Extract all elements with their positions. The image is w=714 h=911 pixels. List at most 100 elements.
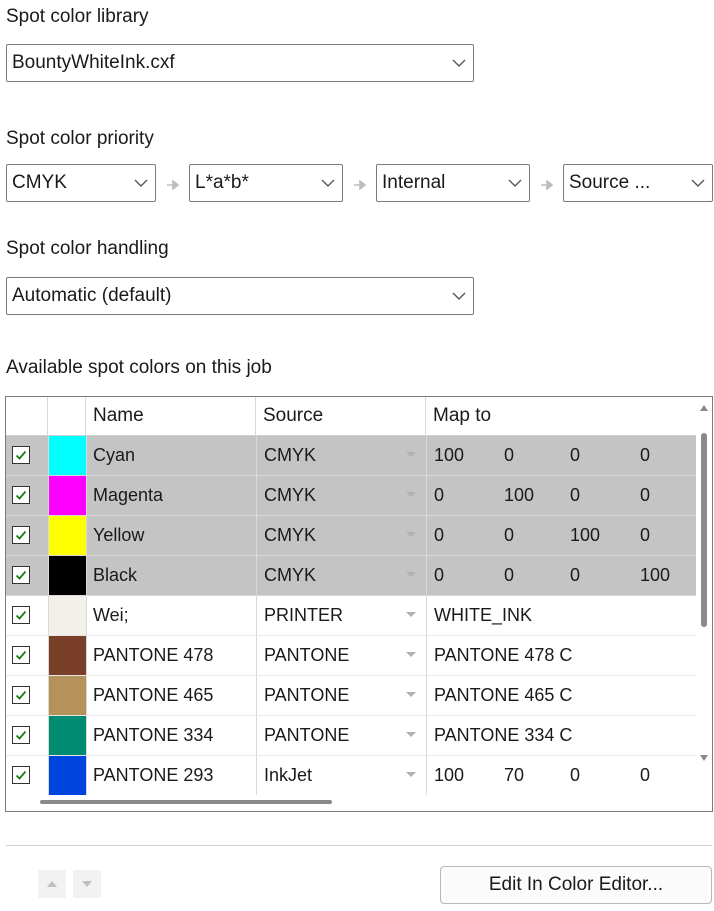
row-name: PANTONE 478 [93,645,214,665]
row-name: Yellow [93,525,145,545]
table-row[interactable]: PANTONE 465 PANTONE PANTONE 465 C [6,676,696,716]
source-dropdown-icon[interactable] [406,732,416,737]
priority-dropdown-2[interactable]: L*a*b* [189,164,343,202]
triangle-down-icon [82,881,92,887]
table-row[interactable]: PANTONE 293 InkJet 100 70 0 0 [6,756,696,796]
column-separator [86,476,87,515]
table-row[interactable]: Magenta CMYK 0 100 0 0 [6,476,696,516]
header-name[interactable]: Name [86,397,256,435]
row-map-value: 0 [640,525,651,545]
row-source[interactable]: CMYK [264,516,316,555]
color-swatch [48,676,86,715]
row-checkbox[interactable] [12,526,30,544]
color-swatch [48,516,86,555]
row-checkbox[interactable] [12,726,30,744]
header-swatch-column[interactable] [48,397,86,435]
vertical-scrollbar[interactable] [696,397,712,793]
source-dropdown-icon[interactable] [406,692,416,697]
column-separator [256,516,257,555]
move-up-button[interactable] [38,870,66,898]
row-map-value: 0 [640,765,651,785]
table-row[interactable]: Cyan CMYK 100 0 0 0 [6,436,696,476]
row-map-value: 0 [570,445,581,465]
move-down-button[interactable] [73,870,101,898]
table-row[interactable]: PANTONE 334 PANTONE PANTONE 334 C [6,716,696,756]
edit-in-color-editor-button[interactable]: Edit In Color Editor... [440,866,712,904]
spot-color-library-value: BountyWhiteInk.cxf [12,52,175,73]
row-name: PANTONE 293 [93,765,214,785]
column-separator [48,436,49,475]
column-separator [48,756,49,795]
header-check-column[interactable] [6,397,48,435]
table-row[interactable]: Black CMYK 0 0 0 100 [6,556,696,596]
scroll-up-icon[interactable] [700,405,708,411]
row-checkbox[interactable] [12,486,30,504]
spot-color-handling-label: Spot color handling [6,238,169,259]
source-dropdown-icon[interactable] [406,452,416,457]
column-separator [426,756,427,795]
row-map-value: 100 [434,765,465,785]
row-source[interactable]: CMYK [264,476,316,515]
row-checkbox[interactable] [12,446,30,464]
source-dropdown-icon[interactable] [406,652,416,657]
row-map-value: PANTONE 478 C [434,645,573,665]
column-separator [256,556,257,595]
priority-dropdown-4[interactable]: Source ... [563,164,713,202]
row-map-value: PANTONE 334 C [434,725,573,745]
row-source[interactable]: CMYK [264,436,316,475]
priority-dropdown-1[interactable]: CMYK [6,164,156,202]
row-map-value: 100 [570,525,601,545]
row-map-value: 0 [434,525,445,545]
color-swatch [48,636,86,675]
row-source[interactable]: CMYK [264,556,316,595]
row-checkbox[interactable] [12,566,30,584]
row-checkbox[interactable] [12,766,30,784]
color-swatch [48,756,86,795]
column-separator [48,556,49,595]
row-source[interactable]: PRINTER [264,596,343,635]
row-name: PANTONE 465 [93,685,214,705]
column-separator [86,516,87,555]
color-swatch [48,596,86,635]
vertical-scroll-thumb[interactable] [701,433,707,627]
table-row[interactable]: Wei; PRINTER WHITE_INK [6,596,696,636]
spot-color-handling-dropdown[interactable]: Automatic (default) [6,277,474,315]
row-checkbox[interactable] [12,646,30,664]
source-dropdown-icon[interactable] [406,572,416,577]
row-checkbox[interactable] [12,686,30,704]
table-row[interactable]: PANTONE 478 PANTONE PANTONE 478 C [6,636,696,676]
chevron-down-icon [445,59,473,67]
column-separator [426,556,427,595]
source-dropdown-icon[interactable] [406,772,416,777]
row-name: PANTONE 334 [93,725,214,745]
table-header: Name Source Map to [6,397,696,436]
priority-dropdown-3[interactable]: Internal [376,164,530,202]
row-source[interactable]: PANTONE [264,716,349,755]
row-source[interactable]: PANTONE [264,676,349,715]
horizontal-scrollbar[interactable] [6,795,696,811]
header-source[interactable]: Source [256,397,426,435]
table-row[interactable]: Yellow CMYK 0 0 100 0 [6,516,696,556]
column-separator [426,476,427,515]
column-separator [48,596,49,635]
spot-color-panel: Spot color library BountyWhiteInk.cxf Sp… [0,0,714,911]
scroll-down-icon[interactable] [700,755,708,761]
row-source[interactable]: InkJet [264,756,312,795]
spot-color-library-dropdown[interactable]: BountyWhiteInk.cxf [6,44,474,82]
column-separator [86,636,87,675]
row-source[interactable]: PANTONE [264,636,349,675]
column-separator [426,436,427,475]
header-map-to[interactable]: Map to [426,397,696,435]
column-separator [86,676,87,715]
row-map-value: 0 [504,525,515,545]
source-dropdown-icon[interactable] [406,492,416,497]
row-name: Black [93,565,138,585]
source-dropdown-icon[interactable] [406,532,416,537]
row-checkbox[interactable] [12,606,30,624]
horizontal-scroll-thumb[interactable] [40,800,332,804]
source-dropdown-icon[interactable] [406,612,416,617]
priority-value-1: CMYK [12,172,67,193]
row-map-value: 0 [570,765,581,785]
column-separator [426,716,427,755]
column-separator [256,476,257,515]
